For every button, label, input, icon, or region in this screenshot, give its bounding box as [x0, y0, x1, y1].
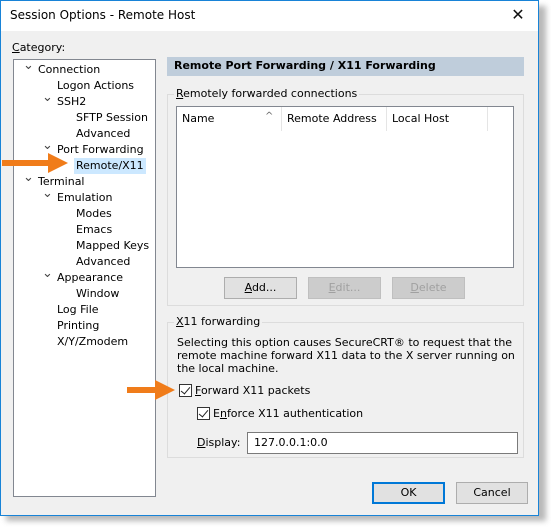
tree-item-label: Remote/X11	[76, 159, 144, 172]
annotation-arrow-tree	[2, 153, 68, 173]
tree-item[interactable]: ⌄ Emulation	[42, 187, 113, 206]
tree-item-label: Mapped Keys	[76, 239, 150, 252]
chevron-down-icon[interactable]: ⌄	[42, 267, 53, 286]
sort-ascending-icon: ^	[265, 111, 274, 122]
category-label: Category:	[12, 41, 66, 54]
tree-item[interactable]: Printing	[57, 318, 99, 334]
chevron-down-icon[interactable]: ⌄	[42, 91, 53, 110]
tree-item[interactable]: ⌄ Appearance	[42, 267, 124, 286]
tree-item[interactable]: SFTP Session	[76, 110, 148, 126]
tree-item-label: Logon Actions	[57, 79, 135, 92]
tree-item[interactable]: X/Y/Zmodem	[57, 334, 128, 350]
column-header-local-host[interactable]: Local Host	[387, 107, 488, 131]
tree-item[interactable]: Remote/X11	[74, 158, 146, 174]
column-header-name[interactable]: Name ^	[177, 107, 282, 131]
column-header-remote-address[interactable]: Remote Address	[282, 107, 387, 131]
chevron-down-icon[interactable]: ⌄	[23, 59, 34, 78]
tree-item[interactable]: Window	[76, 286, 119, 302]
tree-item-label: Printing	[57, 319, 100, 332]
x11-forwarding-label: X11 forwarding	[174, 315, 263, 328]
tree-item-label: Connection	[38, 63, 101, 76]
delete-button[interactable]: Delete	[392, 277, 465, 299]
tree-item[interactable]: Advanced	[76, 254, 130, 270]
title-bar: Session Options - Remote Host ✕	[1, 1, 538, 31]
tree-item[interactable]: ⌄ SSH2	[42, 91, 87, 110]
tree-item[interactable]: Log File	[57, 302, 99, 318]
enforce-auth-checkbox[interactable]	[197, 407, 210, 420]
tree-item[interactable]: Emacs	[76, 222, 112, 238]
x11-description: Selecting this option causes SecureCRT® …	[177, 336, 515, 375]
tree-item-label: Advanced	[76, 127, 131, 140]
forward-x11-label[interactable]: Forward X11 packets	[195, 384, 310, 397]
enforce-auth-label[interactable]: Enforce X11 authentication	[213, 407, 363, 420]
add-button[interactable]: Add...	[224, 277, 297, 299]
tree-item-label: SFTP Session	[76, 111, 148, 124]
close-icon[interactable]: ✕	[508, 5, 528, 25]
tree-item[interactable]: Advanced	[76, 126, 130, 142]
tree-item[interactable]: ⌄ Connection	[23, 59, 101, 78]
chevron-down-icon[interactable]: ⌄	[42, 187, 53, 206]
tree-item[interactable]: Mapped Keys	[76, 238, 149, 254]
forward-x11-checkbox[interactable]	[179, 384, 192, 397]
tree-item-label: Emulation	[57, 191, 113, 204]
remote-connections-label: Remotely forwarded connections	[174, 87, 360, 100]
chevron-down-icon[interactable]: ⌄	[23, 171, 34, 190]
annotation-arrow-checkbox	[127, 380, 175, 400]
display-label: Display:	[197, 436, 241, 449]
tree-item-label: Advanced	[76, 255, 131, 268]
tree-item-label: Modes	[76, 207, 112, 220]
tree-item[interactable]: Modes	[76, 206, 112, 222]
cancel-button[interactable]: Cancel	[456, 482, 528, 504]
forwarded-connections-list[interactable]: Name ^ Remote Address Local Host	[176, 106, 514, 268]
category-tree[interactable]: ⌄ Connection Logon Actions ⌄ SSH2 SFTP Sessio…	[13, 59, 156, 497]
session-options-dialog: Session Options - Remote Host ✕ Category…	[0, 0, 539, 516]
window-title: Session Options - Remote Host	[10, 8, 196, 22]
tree-item[interactable]: Logon Actions	[57, 78, 134, 94]
tree-item-label: SSH2	[57, 95, 87, 108]
edit-button[interactable]: Edit...	[308, 277, 381, 299]
tree-item-label: Log File	[57, 303, 99, 316]
tree-item-label: Window	[76, 287, 120, 300]
tree-item-label: X/Y/Zmodem	[57, 335, 129, 348]
ok-button[interactable]: OK	[372, 482, 445, 504]
tree-item-label: Emacs	[76, 223, 113, 236]
panel-header: Remote Port Forwarding / X11 Forwarding	[167, 57, 524, 76]
display-input[interactable]: 127.0.0.1:0.0	[247, 432, 518, 454]
tree-item-label: Appearance	[57, 271, 124, 284]
